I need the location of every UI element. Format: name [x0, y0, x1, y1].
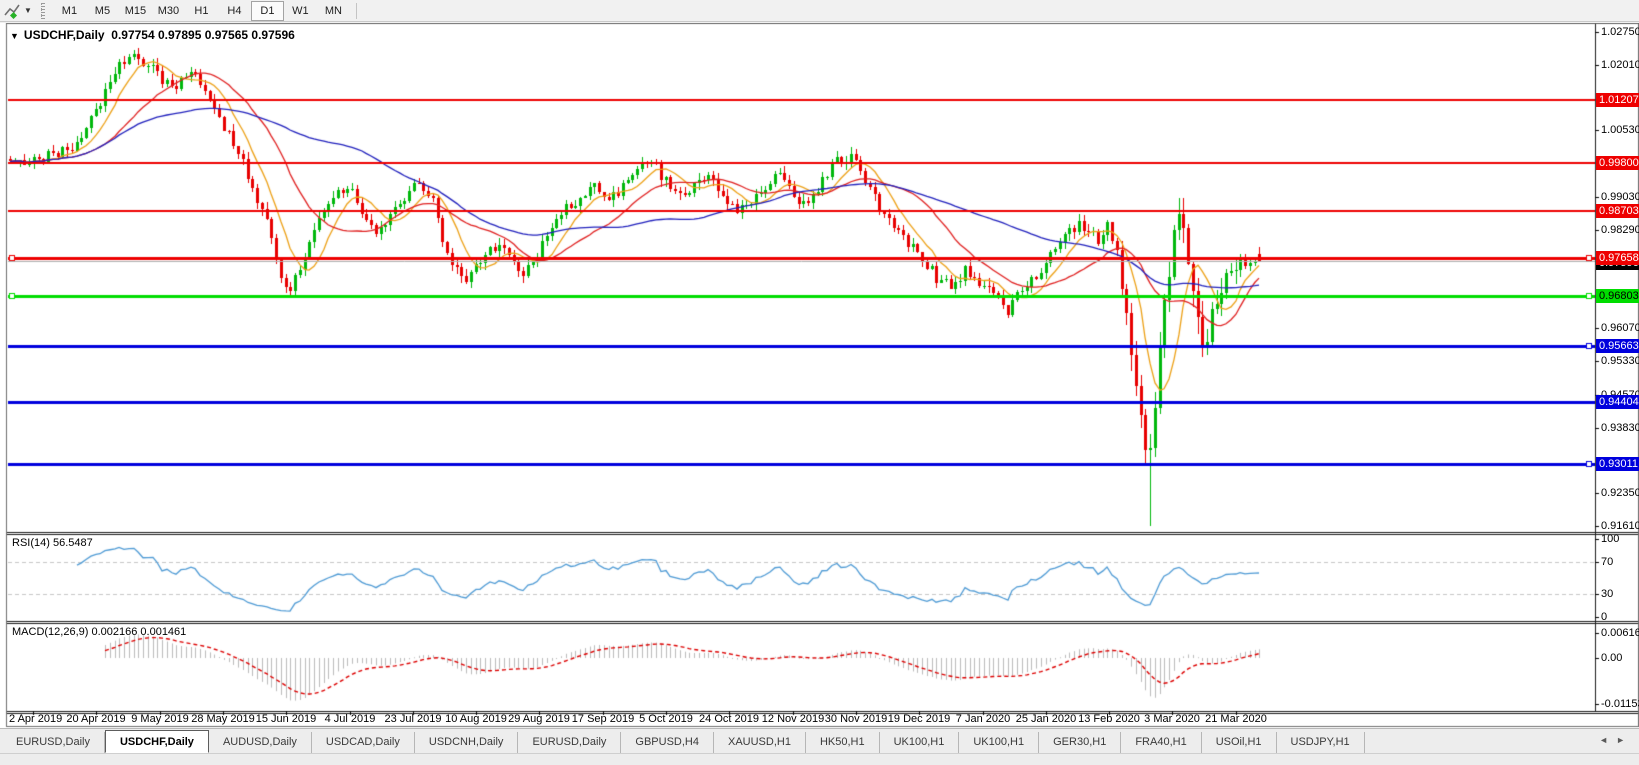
macd-axis-tick: 0.00 — [1601, 652, 1622, 665]
timeframe-button-h1[interactable]: H1 — [185, 1, 218, 21]
top-toolbar: ▼ M1M5M15M30H1H4D1W1MN — [0, 0, 1639, 22]
timeframe-button-mn[interactable]: MN — [317, 1, 350, 21]
macd-axis-tick: 0.006167 — [1601, 627, 1639, 640]
chart-tab-audusd-daily[interactable]: AUDUSD,Daily — [209, 732, 312, 753]
macd-axis-tick: -0.011531 — [1601, 698, 1639, 711]
tab-scroll-arrows: ◄► — [1599, 735, 1633, 745]
time-axis-label: 9 May 2019 — [131, 713, 188, 725]
time-axis-label: 30 Nov 2019 — [825, 713, 887, 725]
chart-tab-usoil-h1[interactable]: USOil,H1 — [1202, 732, 1277, 753]
chart-symbol-period: USDCHF,Daily — [24, 28, 105, 42]
timeframe-button-m1[interactable]: M1 — [53, 1, 86, 21]
time-axis-label: 29 Aug 2019 — [508, 713, 570, 725]
chart-tab-gbpusd-h4[interactable]: GBPUSD,H4 — [621, 732, 714, 753]
price-axis-tick: 0.91610 — [1601, 520, 1639, 533]
time-axis-label: 4 Jul 2019 — [325, 713, 376, 725]
time-axis-label: 5 Oct 2019 — [639, 713, 693, 725]
price-chart-canvas[interactable] — [0, 23, 1639, 728]
time-axis-label: 23 Jul 2019 — [385, 713, 442, 725]
level-price-label: 0.98703 — [1596, 204, 1639, 218]
timeframe-button-m15[interactable]: M15 — [119, 1, 152, 21]
time-axis-label: 17 Sep 2019 — [572, 713, 634, 725]
timeframe-button-group: M1M5M15M30H1H4D1W1MN — [53, 1, 350, 21]
chart-tab-hk50-h1[interactable]: HK50,H1 — [806, 732, 880, 753]
level-price-label: 0.96803 — [1596, 289, 1639, 303]
timeframe-button-m5[interactable]: M5 — [86, 1, 119, 21]
price-axis-tick: 0.95330 — [1601, 355, 1639, 368]
price-axis-tick: 0.98290 — [1601, 224, 1639, 237]
price-axis-tick: 1.00530 — [1601, 124, 1639, 137]
level-price-label: 0.97658 — [1596, 251, 1639, 265]
chart-tab-fra40-h1[interactable]: FRA40,H1 — [1121, 732, 1201, 753]
status-strip — [0, 753, 1639, 765]
chart-mode-icon[interactable] — [4, 3, 22, 19]
time-axis-label: 2 Apr 2019 — [9, 713, 62, 725]
time-axis-label: 25 Jan 2020 — [1016, 713, 1077, 725]
chart-window: ▼ USDCHF,Daily 0.97754 0.97895 0.97565 0.… — [0, 23, 1639, 728]
chart-tab-uk100-h1[interactable]: UK100,H1 — [880, 732, 960, 753]
chart-tab-usdcad-daily[interactable]: USDCAD,Daily — [312, 732, 415, 753]
level-price-label: 0.94404 — [1596, 395, 1639, 409]
rsi-indicator-label: RSI(14) 56.5487 — [12, 537, 93, 549]
rsi-axis-tick: 0 — [1601, 611, 1607, 624]
rsi-axis-tick: 100 — [1601, 533, 1619, 546]
macd-indicator-label: MACD(12,26,9) 0.002166 0.001461 — [12, 626, 186, 638]
chart-title: ▼ USDCHF,Daily 0.97754 0.97895 0.97565 0.… — [10, 28, 295, 42]
level-price-label: 1.01207 — [1596, 93, 1639, 107]
price-axis-tick: 0.92350 — [1601, 487, 1639, 500]
tab-scroll-right-icon[interactable]: ► — [1616, 735, 1633, 745]
price-axis-tick: 1.02010 — [1601, 59, 1639, 72]
time-axis-label: 12 Nov 2019 — [762, 713, 824, 725]
rsi-axis-tick: 70 — [1601, 556, 1613, 569]
level-price-label: 0.93011 — [1596, 457, 1639, 471]
chart-ohlc-values: 0.97754 0.97895 0.97565 0.97596 — [111, 28, 295, 42]
chart-tab-usdjpy-h1[interactable]: USDJPY,H1 — [1277, 732, 1365, 753]
toolbar-separator — [356, 3, 357, 19]
time-axis-label: 7 Jan 2020 — [956, 713, 1010, 725]
toolbar-grip-handle[interactable] — [41, 3, 45, 19]
timeframe-button-d1[interactable]: D1 — [251, 1, 284, 21]
chart-tab-usdchf-daily[interactable]: USDCHF,Daily — [105, 730, 209, 753]
rsi-axis-tick: 30 — [1601, 588, 1613, 601]
timeframe-button-h4[interactable]: H4 — [218, 1, 251, 21]
price-axis-tick: 0.99030 — [1601, 191, 1639, 204]
chart-tab-eurusd-daily[interactable]: EURUSD,Daily — [2, 732, 105, 753]
time-axis-label: 13 Feb 2020 — [1078, 713, 1140, 725]
timeframe-button-w1[interactable]: W1 — [284, 1, 317, 21]
tab-scroll-left-icon[interactable]: ◄ — [1599, 735, 1616, 745]
price-axis-tick: 1.02750 — [1601, 26, 1639, 39]
time-axis-label: 19 Dec 2019 — [888, 713, 950, 725]
time-axis-label: 20 Apr 2019 — [66, 713, 125, 725]
chart-tab-usdcnh-daily[interactable]: USDCNH,Daily — [415, 732, 519, 753]
time-axis-label: 3 Mar 2020 — [1144, 713, 1200, 725]
time-axis-label: 24 Oct 2019 — [699, 713, 759, 725]
time-axis-label: 15 Jun 2019 — [256, 713, 317, 725]
time-axis-label: 10 Aug 2019 — [445, 713, 507, 725]
level-price-label: 0.95663 — [1596, 339, 1639, 353]
chart-tab-ger30-h1[interactable]: GER30,H1 — [1039, 732, 1121, 753]
timeframe-button-m30[interactable]: M30 — [152, 1, 185, 21]
chart-tab-uk100-h1[interactable]: UK100,H1 — [959, 732, 1039, 753]
price-axis-tick: 0.93830 — [1601, 422, 1639, 435]
time-axis-label: 28 May 2019 — [191, 713, 255, 725]
chart-tab-bar: EURUSD,DailyUSDCHF,DailyAUDUSD,DailyUSDC… — [0, 728, 1639, 753]
dropdown-caret-icon[interactable]: ▼ — [24, 6, 32, 15]
level-price-label: 0.99800 — [1596, 156, 1639, 170]
chart-tab-eurusd-daily[interactable]: EURUSD,Daily — [518, 732, 621, 753]
chart-tab-xauusd-h1[interactable]: XAUUSD,H1 — [714, 732, 806, 753]
chart-tabs: EURUSD,DailyUSDCHF,DailyAUDUSD,DailyUSDC… — [2, 730, 1365, 753]
chart-title-collapse-icon[interactable]: ▼ — [10, 31, 19, 41]
price-axis-tick: 0.96070 — [1601, 322, 1639, 335]
time-axis-label: 21 Mar 2020 — [1205, 713, 1267, 725]
